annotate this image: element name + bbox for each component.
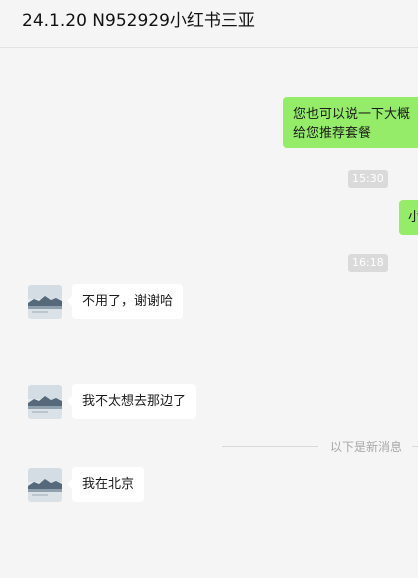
message-text: 不用了，谢谢哈 [82, 294, 174, 309]
divider-line [412, 446, 418, 447]
landscape-avatar-icon [28, 468, 62, 502]
message-text-line-2: 给您推荐套餐 [293, 126, 372, 141]
contact-avatar[interactable] [28, 385, 62, 419]
incoming-message[interactable]: 不用了，谢谢哈 [66, 284, 184, 319]
landscape-avatar-icon [28, 285, 62, 319]
incoming-message[interactable]: 我不太想去那边了 [66, 384, 197, 419]
contact-avatar[interactable] [28, 285, 62, 319]
landscape-avatar-icon [28, 385, 62, 419]
new-messages-label: 以下是新消息 [330, 440, 403, 454]
chat-header: 24.1.20 N952929小红书三亚 [0, 0, 418, 48]
chat-title: 24.1.20 N952929小红书三亚 [22, 11, 255, 31]
divider-line [222, 446, 318, 447]
message-text: 小 [408, 210, 418, 225]
message-text-line-1: 您也可以说一下大概 [293, 107, 411, 122]
timestamp: 15:30 [348, 170, 388, 188]
message-text: 我不太想去那边了 [82, 394, 187, 409]
new-messages-divider: 以下是新消息 [222, 440, 418, 454]
outgoing-message[interactable]: 小 [399, 200, 418, 235]
timestamp: 16:18 [348, 254, 388, 272]
outgoing-message[interactable]: 您也可以说一下大概 给您推荐套餐 [283, 97, 418, 148]
contact-avatar[interactable] [28, 468, 62, 502]
incoming-message[interactable]: 我在北京 [66, 467, 145, 502]
message-text: 我在北京 [82, 477, 135, 492]
